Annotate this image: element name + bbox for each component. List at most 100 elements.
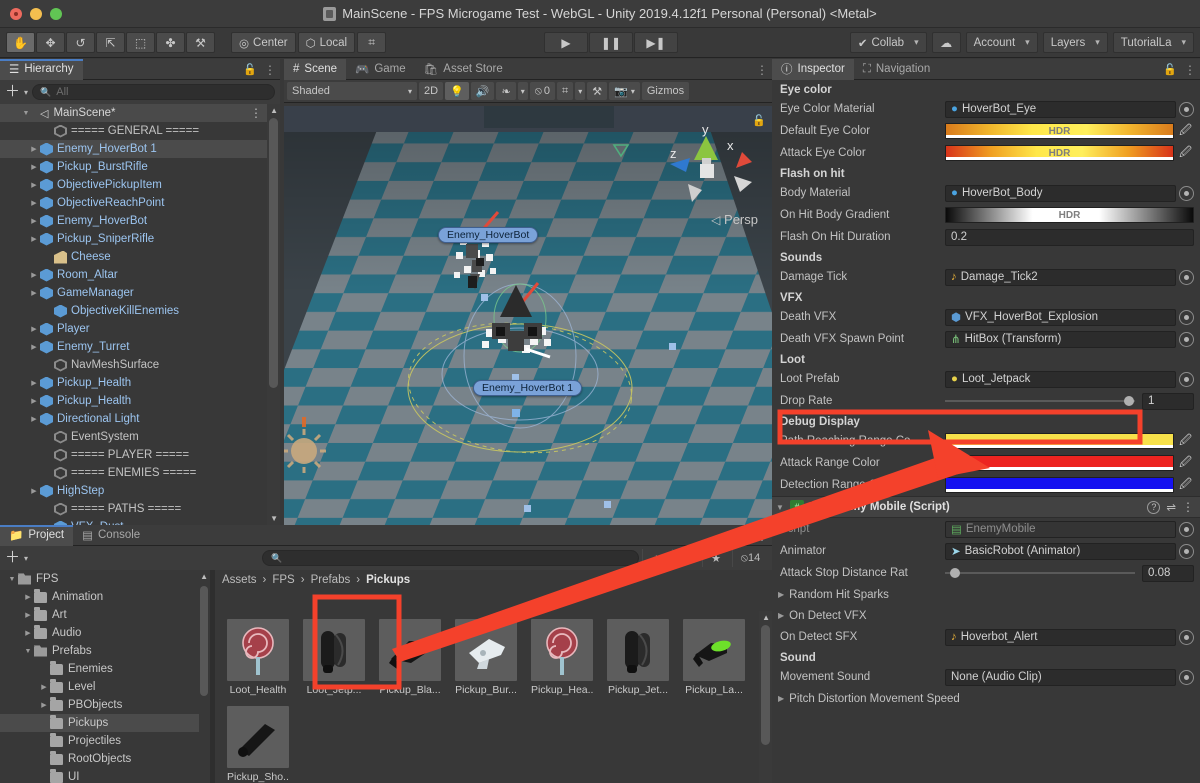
lock-icon[interactable]: 🔓 xyxy=(735,529,749,542)
hierarchy-item[interactable]: ▶ObjectiveReachPoint› xyxy=(0,194,280,212)
favorites-star-icon[interactable]: ★ xyxy=(702,549,729,567)
tab-project[interactable]: 📁 Project xyxy=(0,524,74,546)
asset-item[interactable]: Pickup_Hea... xyxy=(531,619,593,696)
window-controls[interactable] xyxy=(0,7,62,20)
play-button[interactable]: ▶ xyxy=(543,32,588,53)
help-icon[interactable]: ? xyxy=(1147,500,1161,514)
color-field[interactable] xyxy=(945,477,1174,493)
asset-item[interactable]: Pickup_La... xyxy=(683,619,745,696)
toggle-2d-button[interactable]: 2D xyxy=(419,82,444,100)
asset-item[interactable]: Pickup_Bla... xyxy=(379,619,441,696)
hierarchy-item[interactable]: ▶Pickup_Health› xyxy=(0,392,280,410)
expand-arrow-icon[interactable]: ▶ xyxy=(28,487,40,495)
eyedropper-icon[interactable]: 🖉 xyxy=(1177,143,1194,164)
eyedropper-icon[interactable]: 🖉 xyxy=(1177,475,1194,496)
slider-track[interactable] xyxy=(945,565,1135,582)
kebab-menu-icon[interactable]: ⋮ xyxy=(1184,64,1196,76)
asset-grid-scrollbar[interactable]: ▲ xyxy=(759,611,772,783)
expand-arrow-icon[interactable]: ▶ xyxy=(28,289,40,297)
close-button[interactable] xyxy=(10,7,22,20)
hierarchy-scene-row[interactable]: ▼ ◁ MainScene* ⋮ xyxy=(0,104,280,122)
object-picker-icon[interactable] xyxy=(1179,185,1194,201)
object-field[interactable]: ♪ Damage_Tick2 xyxy=(945,268,1176,286)
project-folder-item[interactable]: RootObjects xyxy=(0,750,210,768)
hand-tool[interactable]: ✋ xyxy=(6,32,35,53)
breadcrumb-prefabs[interactable]: Prefabs xyxy=(311,574,351,586)
scene-object-label-hoverbot-1[interactable]: Enemy_HoverBot 1 xyxy=(473,380,583,396)
hierarchy-item[interactable]: ▶Player› xyxy=(0,320,280,338)
move-tool[interactable]: ✥ xyxy=(36,32,65,53)
project-folder-item[interactable]: ▶ Level xyxy=(0,678,210,696)
object-field[interactable]: ⬢ VFX_HoverBot_Explosion xyxy=(945,308,1176,326)
chevron-down-icon[interactable]: ▾ xyxy=(24,88,28,97)
component-header[interactable]: ▼ # ✔ Enemy Mobile (Script)? ⇌ ⋮ xyxy=(772,496,1200,518)
step-button[interactable]: ▶❚ xyxy=(633,32,678,53)
scale-tool[interactable]: ⇱ xyxy=(96,32,125,53)
hierarchy-item[interactable]: ▶Pickup_SniperRifle› xyxy=(0,230,280,248)
tab-inspector[interactable]: ⓘ Inspector xyxy=(772,58,854,80)
cloud-button[interactable]: ☁ xyxy=(931,32,961,53)
hierarchy-item[interactable]: ===== PLAYER ===== xyxy=(0,446,280,464)
minimize-button[interactable] xyxy=(30,7,42,20)
camera-settings-button[interactable]: 📷 ▾ xyxy=(609,82,640,100)
foldout-row[interactable]: ▶ On Detect VFX xyxy=(772,605,1200,626)
object-picker-icon[interactable] xyxy=(1179,309,1194,325)
hierarchy-search-input[interactable]: 🔍 All xyxy=(32,84,275,100)
scene-kebab-icon[interactable]: ⋮ xyxy=(250,107,262,119)
project-folder-item[interactable]: ▼ Prefabs xyxy=(0,642,210,660)
foldout-row[interactable]: ▶ Random Hit Sparks xyxy=(772,584,1200,605)
object-picker-icon[interactable] xyxy=(1179,371,1194,387)
expand-arrow-icon[interactable]: ▶ xyxy=(28,325,40,333)
kebab-menu-icon[interactable]: ⋮ xyxy=(756,530,768,542)
hierarchy-item[interactable]: ===== ENEMIES ===== xyxy=(0,464,280,482)
color-field[interactable] xyxy=(945,455,1174,471)
hierarchy-item[interactable]: ===== PATHS ===== xyxy=(0,500,280,518)
object-field[interactable]: ● Loot_Jetpack xyxy=(945,370,1176,388)
transform-tool[interactable]: ✤ xyxy=(156,32,185,53)
object-field[interactable]: ▤ EnemyMobile xyxy=(945,520,1176,538)
pivot-rotation-button[interactable]: ⬡ Local xyxy=(297,32,356,53)
audio-toggle[interactable]: 🔊 xyxy=(470,82,495,100)
object-field[interactable]: ● HoverBot_Eye xyxy=(945,100,1176,118)
project-folder-item[interactable]: Pickups xyxy=(0,714,210,732)
create-asset-button[interactable]: ＋ xyxy=(5,550,20,565)
project-folder-item[interactable]: ▶ Art xyxy=(0,606,210,624)
add-gameobject-button[interactable]: ＋ xyxy=(5,84,20,99)
expand-arrow-icon[interactable]: ▶ xyxy=(38,683,50,691)
hierarchy-item[interactable]: ▶Room_Altar› xyxy=(0,266,280,284)
project-folder-item[interactable]: Projectiles xyxy=(0,732,210,750)
tab-hierarchy[interactable]: ☰ Hierarchy xyxy=(0,58,83,80)
account-button[interactable]: Account xyxy=(965,32,1038,53)
tab-console[interactable]: ▤ Console xyxy=(73,525,149,546)
project-folder-item[interactable]: ▶ PBObjects xyxy=(0,696,210,714)
label-filter-icon[interactable]: 🏷 xyxy=(672,549,699,567)
object-picker-icon[interactable] xyxy=(1179,543,1194,559)
lock-icon[interactable]: 🔓 xyxy=(1163,63,1177,76)
slider-value[interactable]: 1 xyxy=(1142,392,1194,410)
expand-arrow-icon[interactable]: ▼ xyxy=(22,648,34,655)
object-picker-icon[interactable] xyxy=(1179,101,1194,117)
expand-arrow-icon[interactable]: ▶ xyxy=(778,590,784,599)
hierarchy-item[interactable]: ▶Enemy_HoverBot 1› xyxy=(0,140,280,158)
object-picker-icon[interactable] xyxy=(1179,669,1194,685)
hierarchy-item[interactable]: ===== GENERAL ===== xyxy=(0,122,280,140)
hierarchy-item[interactable]: ▶HighStep› xyxy=(0,482,280,500)
expand-arrow-icon[interactable]: ▶ xyxy=(22,629,34,637)
lighting-toggle[interactable]: 💡 xyxy=(445,82,469,100)
eyedropper-icon[interactable]: 🖉 xyxy=(1177,121,1194,142)
camera-projection-label[interactable]: ◁ Persp xyxy=(711,212,758,227)
scroll-up-icon[interactable]: ▲ xyxy=(762,613,770,622)
color-field[interactable] xyxy=(945,433,1174,449)
expand-arrow-icon[interactable]: ▶ xyxy=(28,379,40,387)
hierarchy-item[interactable]: NavMeshSurface xyxy=(0,356,280,374)
expand-arrow-icon[interactable]: ▶ xyxy=(22,593,34,601)
rotate-tool[interactable]: ↺ xyxy=(66,32,95,53)
custom-editor-tool[interactable]: ⚒ xyxy=(186,32,215,53)
hierarchy-item[interactable]: Cheese xyxy=(0,248,280,266)
chevron-down-icon[interactable]: ▾ xyxy=(24,554,28,563)
slider-track[interactable] xyxy=(945,393,1135,410)
expand-arrow-icon[interactable]: ▶ xyxy=(778,694,784,703)
project-folder-item[interactable]: UI xyxy=(0,768,210,783)
object-picker-icon[interactable] xyxy=(1179,269,1194,285)
draw-mode-dropdown[interactable]: Shaded ▾ xyxy=(287,82,417,100)
